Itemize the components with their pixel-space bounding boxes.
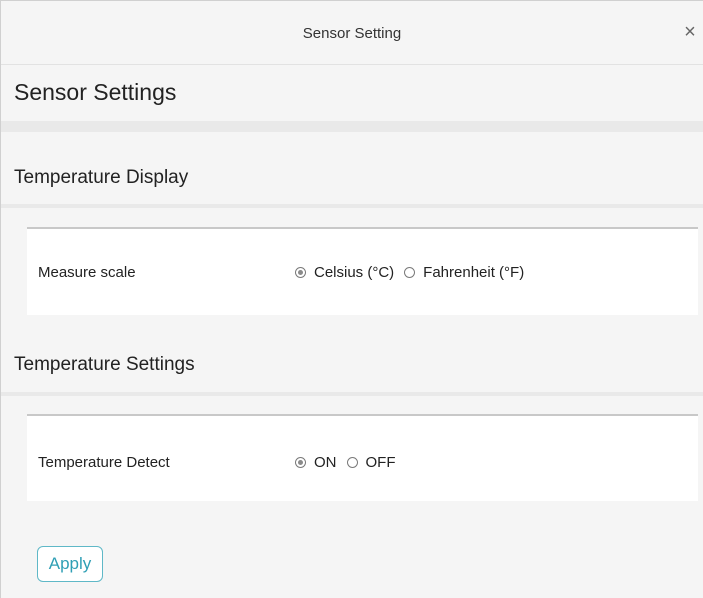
radio-celsius-indicator[interactable]	[295, 267, 306, 278]
temperature-detect-radio-group: ON OFF	[295, 454, 406, 471]
page-header: Sensor Settings	[1, 65, 703, 121]
radio-fahrenheit-label: Fahrenheit (°F)	[423, 264, 525, 281]
radio-on[interactable]: ON	[295, 454, 337, 471]
apply-button[interactable]: Apply	[37, 546, 103, 582]
radio-off-label: OFF	[365, 454, 396, 471]
section-title-temperature-settings: Temperature Settings	[14, 354, 195, 375]
dialog-titlebar: Sensor Setting ×	[1, 1, 703, 65]
section-divider	[1, 392, 703, 396]
section-divider	[1, 204, 703, 208]
temperature-detect-label: Temperature Detect	[38, 454, 170, 471]
radio-off[interactable]: OFF	[346, 454, 396, 471]
header-divider	[1, 121, 703, 132]
radio-fahrenheit-indicator[interactable]	[404, 267, 416, 278]
dialog-title: Sensor Setting	[302, 25, 402, 42]
radio-on-label: ON	[314, 454, 337, 471]
radio-on-indicator[interactable]	[295, 457, 306, 468]
measure-scale-card: Measure scale Celsius (°C) Fahrenheit (°…	[27, 227, 698, 315]
radio-celsius[interactable]: Celsius (°C)	[295, 264, 394, 281]
close-icon[interactable]: ×	[681, 21, 699, 43]
radio-celsius-label: Celsius (°C)	[314, 264, 395, 281]
radio-off-indicator[interactable]	[346, 457, 358, 468]
section-title-temperature-display: Temperature Display	[14, 167, 189, 188]
temperature-detect-card: Temperature Detect ON OFF	[27, 414, 698, 501]
sensor-setting-dialog: Sensor Setting × Sensor Settings Tempera…	[0, 0, 703, 598]
radio-fahrenheit[interactable]: Fahrenheit (°F)	[404, 264, 524, 281]
measure-scale-label: Measure scale	[38, 264, 136, 281]
page-title: Sensor Settings	[14, 79, 177, 105]
measure-scale-radio-group: Celsius (°C) Fahrenheit (°F)	[295, 264, 534, 281]
